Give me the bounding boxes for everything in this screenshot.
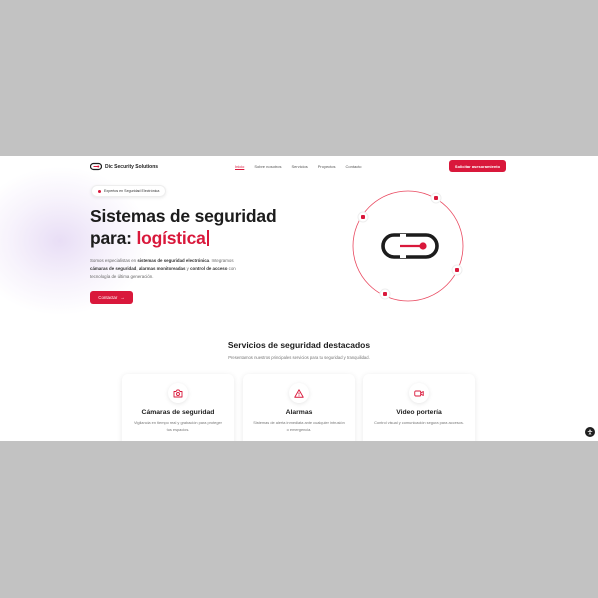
desc-bold: cámaras de seguridad — [90, 265, 137, 271]
nav-sobre-nosotros[interactable]: Sobre nosotros — [254, 164, 281, 169]
services-title: Servicios de seguridad destacados — [227, 340, 371, 350]
hero-badge: Expertos en Seguridad Electrónica — [91, 185, 167, 197]
badge-label: Expertos en Seguridad Electrónica — [104, 189, 160, 193]
nav-inicio[interactable]: Inicio — [235, 164, 244, 169]
nav-servicios[interactable]: Servicios — [291, 164, 307, 169]
center-logo-icon — [381, 233, 439, 259]
service-card-alarms[interactable]: Alarmas Sistemas de alerta inmediata ant… — [243, 374, 355, 441]
desc-bold: alarmas monitoreadas — [138, 265, 186, 271]
icon-badge — [168, 383, 188, 403]
main-menu: Inicio Sobre nosotros Servicios Proyecto… — [235, 164, 362, 169]
icon-badge — [409, 383, 429, 403]
orbit-marker-icon — [451, 264, 463, 276]
service-card-title: Cámaras de seguridad — [141, 409, 215, 416]
orbit-marker-icon — [357, 211, 369, 223]
desc-bold: control de acceso — [190, 265, 228, 271]
hero-title: Sistemas de seguridad para: logística — [90, 205, 277, 249]
navbar: Dic Security Solutions Inicio Sobre noso… — [0, 156, 598, 178]
camera-icon — [173, 389, 183, 397]
accessibility-button[interactable] — [585, 427, 595, 437]
desc-text: Somos especialistas en — [90, 258, 138, 263]
contact-button-label: Contactar — [98, 295, 118, 300]
service-card-video-intercom[interactable]: Video portería Control visual y comunica… — [363, 374, 475, 441]
brand-name: Dic Security Solutions — [105, 163, 159, 170]
hero-title-highlight: logística — [136, 228, 206, 248]
alert-triangle-icon — [294, 388, 304, 398]
service-card-text: Vigilancia en tiempo real y grabación pa… — [134, 420, 222, 432]
hero-illustration — [352, 190, 464, 302]
hero-title-prefix: para: — [90, 228, 137, 248]
logo-icon — [90, 162, 102, 171]
video-icon — [414, 390, 424, 396]
orbit-marker-icon — [379, 288, 391, 300]
contact-button[interactable]: Contactar → — [90, 291, 133, 304]
badge-dot-icon — [98, 189, 101, 193]
service-card-cameras[interactable]: Cámaras de seguridad Vigilancia en tiemp… — [122, 374, 234, 441]
services-subtitle: Presentamos nuestros principales servici… — [228, 355, 370, 360]
service-card-text: Sistemas de alerta inmediata ante cualqu… — [253, 420, 345, 432]
service-card-text: Control visual y comunicación segura par… — [374, 420, 464, 425]
desc-bold: sistemas de seguridad electrónica — [137, 258, 210, 263]
page: Dic Security Solutions Inicio Sobre noso… — [0, 156, 598, 441]
typing-caret — [206, 230, 209, 246]
person-icon — [587, 429, 593, 435]
hero-description: Somos especialistas en sistemas de segur… — [90, 257, 250, 280]
service-card-title: Alarmas — [285, 409, 313, 416]
brand-logo[interactable]: Dic Security Solutions — [90, 162, 158, 171]
nav-contacto[interactable]: Contacto — [346, 164, 362, 169]
hero-title-line1: Sistemas de seguridad — [90, 206, 277, 226]
icon-badge — [289, 383, 309, 403]
arrow-right-icon: → — [120, 295, 125, 300]
service-card-title: Video portería — [396, 409, 442, 416]
orbit-marker-icon — [430, 192, 442, 204]
nav-proyectos[interactable]: Proyectos — [318, 164, 336, 169]
request-advice-button[interactable]: Solicitar asesoramiento — [449, 160, 506, 172]
desc-text: . Integramos — [209, 258, 234, 263]
